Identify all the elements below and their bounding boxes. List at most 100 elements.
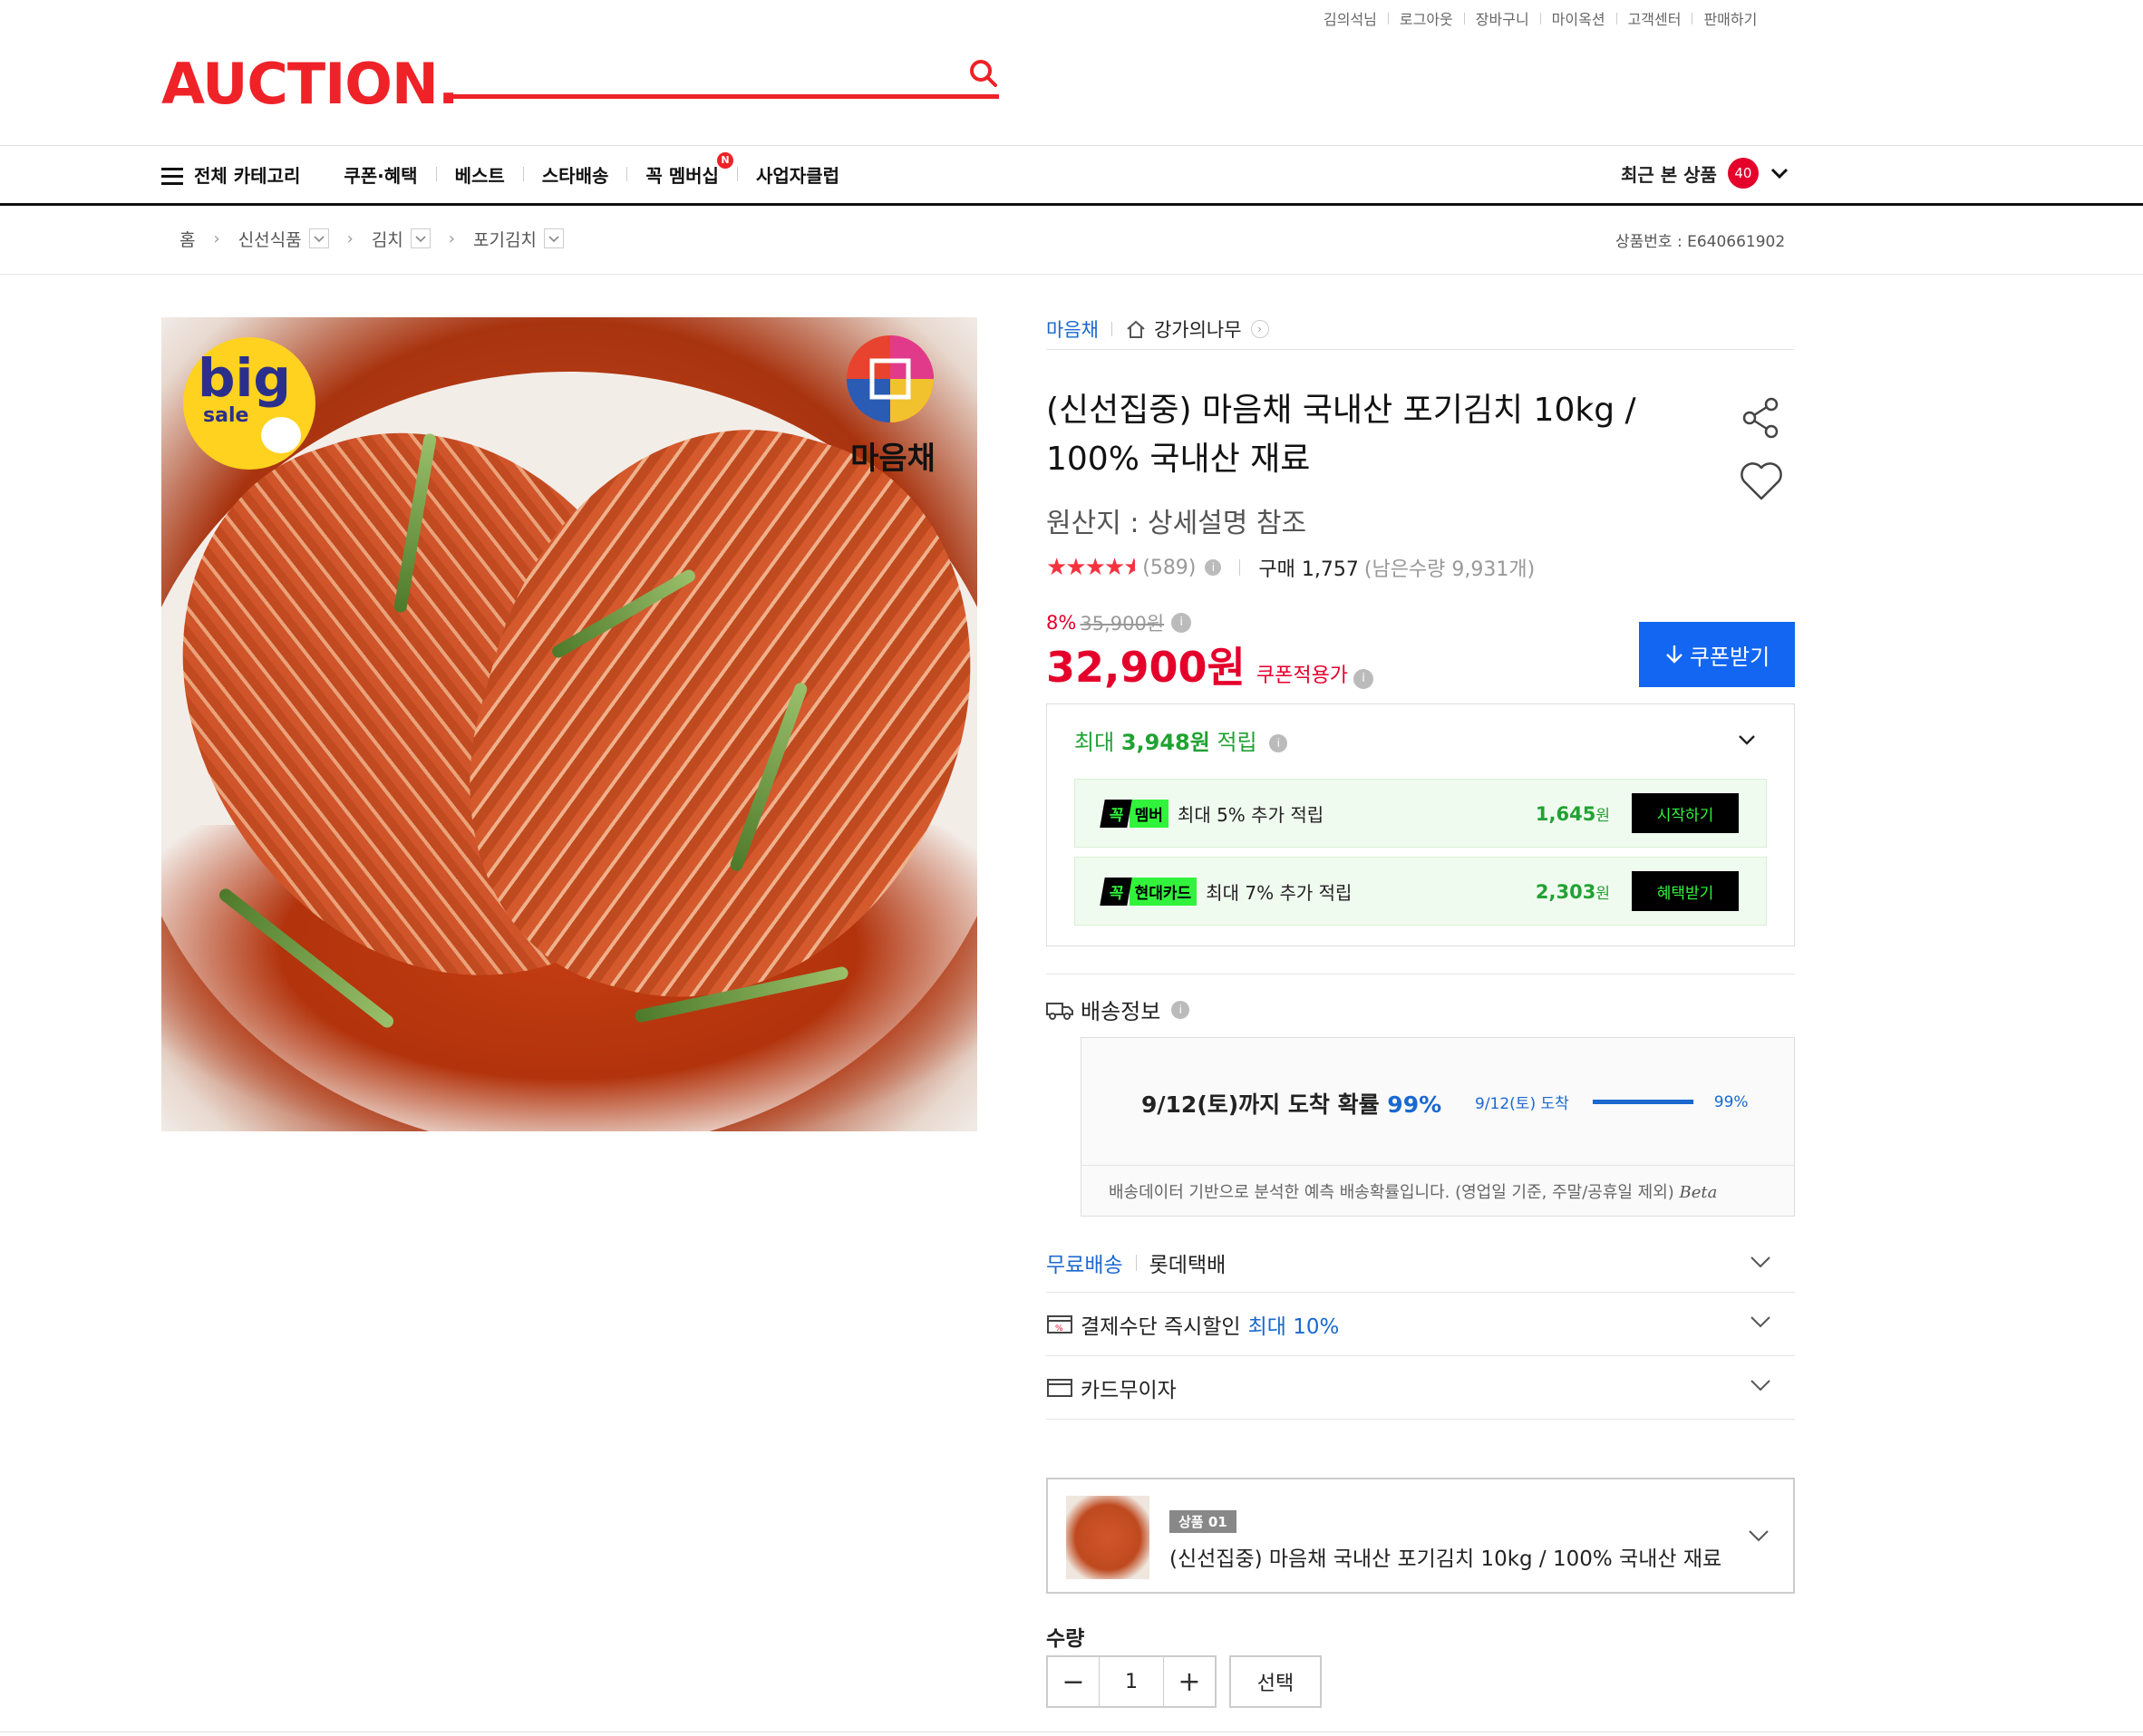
search-icon[interactable] [968,58,999,89]
product-info: 마음채 강가의나무 › (신선집중) 마음채 국내산 포기김치 10kg / 1… [1046,308,1795,1708]
share-icon[interactable] [1739,395,1784,441]
quantity-label: 수량 [1046,1627,1085,1651]
chevron-down-icon [1770,168,1788,179]
info-icon[interactable]: i [1205,559,1222,576]
chevron-down-icon [548,236,559,243]
big-sale-badge: big sale [183,337,315,470]
delivery-note: 배송데이터 기반으로 분석한 예측 배송확률입니다. (영업일 기준, 주말/공… [1109,1179,1717,1203]
breadcrumb: 홈 › 신선식품 › 김치 › 포기김치 [179,225,564,252]
heart-icon[interactable] [1739,459,1784,502]
brand-mark-icon [847,335,934,422]
chevron-down-icon [1750,1256,1770,1268]
probability-track [1592,1100,1694,1104]
nav-star-delivery[interactable]: 스타배송 [542,161,609,188]
info-icon[interactable]: i [1269,734,1288,752]
divider [1046,974,1795,975]
nav-divider [0,203,2143,206]
discount-percent: 8% [1046,612,1077,634]
amount-unit: 원 [1595,884,1610,903]
product-main-image[interactable]: big sale 마음채 [161,317,977,1131]
info-icon[interactable]: i [1171,1000,1190,1019]
breadcrumb-fresh-food[interactable]: 신선식품 [238,227,302,251]
option-select[interactable]: 상품 01 (신선집중) 마음채 국내산 포기김치 10kg / 100% 국내… [1046,1478,1795,1594]
membership-points-row: 꼭 멤버 최대 5% 추가 적립 1,645원 시작하기 [1074,779,1767,848]
product-title: (신선집중) 마음채 국내산 포기김치 10kg / 100% 국내산 재료 [1046,392,1636,478]
breadcrumb-home[interactable]: 홈 [179,227,195,251]
nav-business-club[interactable]: 사업자클럽 [756,161,839,188]
search-input[interactable] [453,94,999,99]
option-thumbnail [1066,1496,1149,1579]
review-count[interactable]: (589) [1142,557,1196,579]
breadcrumb-poggi-kimchi[interactable]: 포기김치 [473,227,537,251]
tag-text: 멤버 [1129,799,1168,828]
points-header[interactable]: 최대 3,948원 적립 i [1074,724,1288,756]
utility-bar: 김의석님 로그아웃 장바구니 마이옥션 고객센터 판매하기 [1324,7,1786,29]
points-prefix: 최대 [1074,730,1115,755]
breadcrumb-dropdown[interactable] [410,228,431,248]
start-membership-button[interactable]: 시작하기 [1632,793,1739,833]
my-auction-link[interactable]: 마이옥션 [1552,7,1605,29]
info-icon[interactable]: i [1353,669,1374,689]
home-icon [1127,320,1145,338]
star-rating[interactable]: ★★★★★ [1046,554,1135,581]
all-category-button[interactable]: 전체 카테고리 [161,161,300,188]
divider [0,1731,2143,1732]
select-button[interactable]: 선택 [1229,1655,1322,1708]
user-name[interactable]: 김의석님 [1324,7,1377,29]
chevron-down-icon[interactable] [1736,732,1758,748]
membership-tag: 꼭 멤버 [1100,799,1168,828]
customer-center-link[interactable]: 고객센터 [1628,7,1682,29]
all-category-label: 전체 카테고리 [194,164,301,187]
shipping-fee-accordion[interactable]: 무료배송 롯데택배 [1046,1233,1795,1293]
svg-text:%: % [1055,1324,1063,1334]
points-desc: 최대 7% 추가 적립 [1206,881,1353,904]
payment-discount-accordion[interactable]: % 결제수단 즉시할인 최대 10% [1046,1293,1795,1356]
price-row: 32,900원 쿠폰적용가 i [1046,635,1374,694]
points-box: 최대 3,948원 적립 i 꼭 멤버 최대 5% 추가 적립 1,645원 시작… [1046,703,1795,946]
nav-membership[interactable]: 꼭 멤버십 N [645,151,733,188]
nav-membership-label: 꼭 멤버십 [645,164,719,187]
big-sale-big: big [198,347,291,409]
quantity-stepper: − 1 + [1046,1655,1217,1708]
divider [0,274,2143,275]
chevron-down-icon [1749,1530,1769,1542]
cart-link[interactable]: 장바구니 [1476,7,1529,29]
shop-link[interactable]: 강가의나무 [1154,315,1242,343]
tag-prefix: 꼭 [1100,877,1132,906]
info-icon[interactable]: i [1171,613,1192,633]
card-installment-accordion[interactable]: 카드무이자 [1046,1356,1795,1420]
chevron-right-icon: › [448,228,455,248]
nav-coupon[interactable]: 쿠폰·혜택 [344,161,417,188]
probability-fill [1592,1100,1693,1104]
chevron-down-icon [415,236,426,243]
quantity-input[interactable]: 1 [1099,1657,1164,1706]
breadcrumb-dropdown[interactable] [543,228,564,248]
get-benefit-button[interactable]: 혜택받기 [1632,871,1739,911]
amount-value: 1,645 [1535,802,1596,825]
decrease-button[interactable]: − [1048,1657,1099,1706]
brand-logo-text: 마음채 [850,441,936,477]
purchase-count: 구매 1,757 [1258,558,1359,581]
breadcrumb-dropdown[interactable] [308,228,329,248]
logout-link[interactable]: 로그아웃 [1400,7,1453,29]
chevron-right-icon[interactable]: › [1250,319,1269,338]
brand-link[interactable]: 마음채 [1046,315,1099,343]
points-row-amount: 1,645원 [1536,802,1610,825]
increase-button[interactable]: + [1164,1657,1215,1706]
chevron-right-icon: › [213,228,220,248]
sale-price: 32,900원 [1046,643,1246,692]
recent-products-button[interactable]: 최근 본 상품 40 [1621,158,1789,189]
get-coupon-button[interactable]: 쿠폰받기 [1639,622,1795,687]
discount-card-icon: % [1047,1314,1072,1334]
coupon-price-label: 쿠폰적용가 [1256,664,1349,687]
nav-best[interactable]: 베스트 [455,161,505,188]
points-suffix: 적립 [1217,730,1257,755]
breadcrumb-kimchi[interactable]: 김치 [372,227,403,251]
delivery-bar-label: 9/12(토) 도착 [1475,1095,1569,1113]
auction-logo[interactable]: AUCTION. [161,51,459,117]
payment-discount-label: 결제수단 즉시할인 [1081,1314,1241,1339]
sell-link[interactable]: 판매하기 [1703,7,1757,29]
shipping-info-label: 배송정보 [1081,999,1161,1024]
credit-card-icon [1047,1378,1072,1397]
divider [0,145,2143,146]
